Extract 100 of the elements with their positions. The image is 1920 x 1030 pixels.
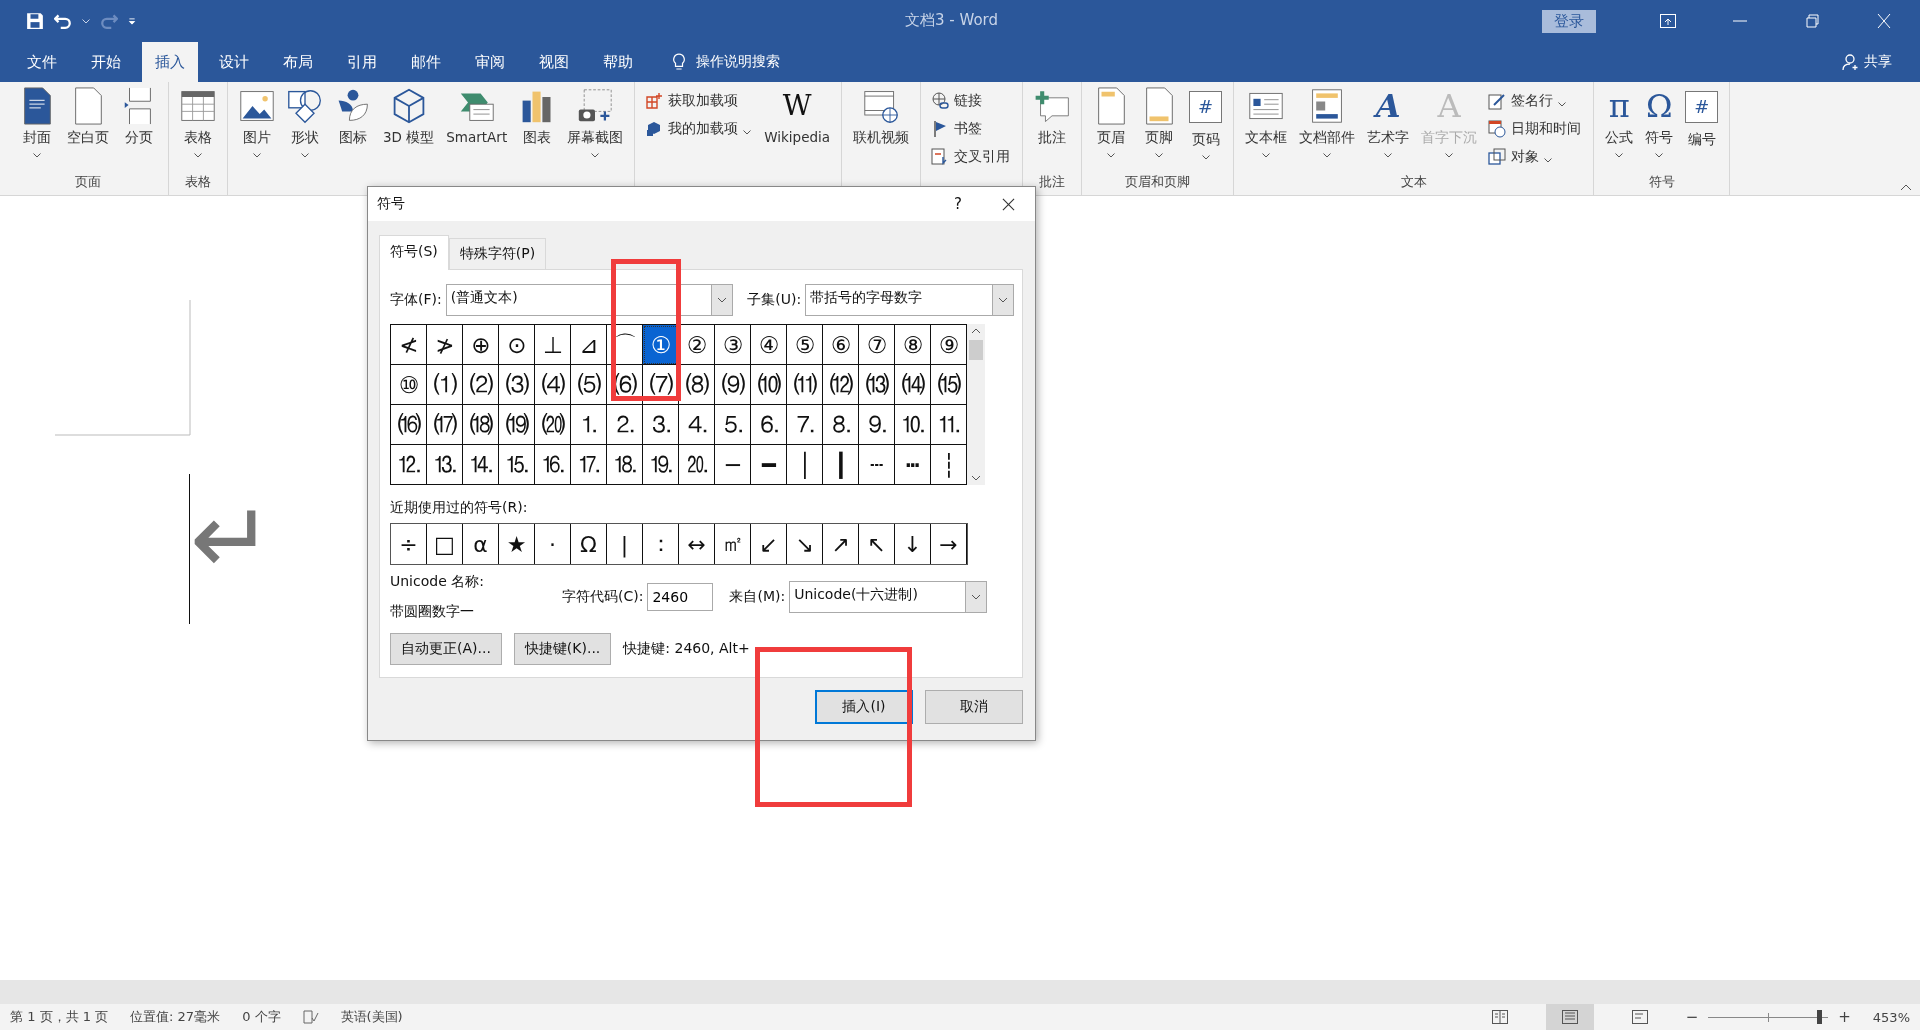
symbol-cell[interactable]: ⒍ (751, 405, 787, 445)
symbol-cell[interactable]: ⒗ (535, 445, 571, 485)
ribbon-button[interactable]: 3D 模型 (378, 87, 440, 173)
ribbon-button[interactable]: 图标 (330, 87, 376, 173)
symbol-cell[interactable]: ⒊ (643, 405, 679, 445)
share-button[interactable]: 共享 (1864, 42, 1892, 82)
recent-symbol-cell[interactable]: ÷ (391, 524, 427, 564)
symbol-cell[interactable]: ⑧ (895, 325, 931, 365)
symbol-cell[interactable]: ⒙ (607, 445, 643, 485)
ribbon-button[interactable]: # 页码 (1184, 87, 1228, 173)
symbol-cell[interactable]: ⒓ (391, 445, 427, 485)
symbol-cell[interactable]: ⊙ (499, 325, 535, 365)
symbol-cell[interactable]: ⒅ (463, 405, 499, 445)
language[interactable]: 英语(美国) (340, 1008, 403, 1026)
ribbon-tab[interactable]: 插入 (142, 42, 198, 82)
scrollbar-thumb[interactable] (969, 340, 983, 360)
cancel-button[interactable]: 取消 (925, 690, 1023, 724)
ribbon-tab[interactable]: 开始 (78, 42, 134, 82)
symbol-cell[interactable]: ⑽ (751, 365, 787, 405)
sign-in-button[interactable]: 登录 (1542, 9, 1596, 33)
ribbon-tab[interactable]: 布局 (270, 42, 326, 82)
symbol-cell[interactable]: ⒌ (715, 405, 751, 445)
symbol-cell[interactable]: ⑼ (715, 365, 751, 405)
page-count[interactable]: 第 1 页，共 1 页 (10, 1008, 109, 1026)
ribbon-button[interactable]: 联机视频 (848, 87, 915, 173)
ribbon-button[interactable]: 链接 (931, 89, 1011, 113)
word-count[interactable]: 0 个字 (242, 1008, 281, 1026)
symbol-cell[interactable]: ⒖ (499, 445, 535, 485)
recent-symbol-cell[interactable]: ★ (499, 524, 535, 564)
symbol-cell[interactable]: ⒕ (463, 445, 499, 485)
symbol-cell[interactable]: ⒚ (643, 445, 679, 485)
recent-symbol-cell[interactable]: ↘ (787, 524, 823, 564)
ribbon-tab[interactable]: 引用 (334, 42, 390, 82)
symbol-cell[interactable]: ⑩ (391, 365, 427, 405)
horizontal-scrollbar[interactable] (0, 980, 1920, 1004)
customize-icon[interactable] (128, 17, 136, 25)
symbol-cell[interactable]: ─ (715, 445, 751, 485)
ribbon-button[interactable]: π 公式 (1600, 87, 1639, 173)
recent-symbol-cell[interactable]: ↔ (679, 524, 715, 564)
symbol-cell[interactable]: ⒀ (859, 365, 895, 405)
recent-symbol-cell[interactable]: ↖ (859, 524, 895, 564)
dialog-tab[interactable]: 特殊字符(P) (448, 238, 547, 269)
ribbon-button[interactable]: 日期和时间 (1488, 117, 1582, 141)
ribbon-button[interactable]: # 编号 (1680, 87, 1724, 173)
symbol-cell[interactable]: ⑻ (679, 365, 715, 405)
ribbon-button[interactable]: 空白页 (62, 87, 114, 173)
ribbon-tab[interactable]: 帮助 (590, 42, 646, 82)
symbol-cell[interactable]: ⒇ (535, 405, 571, 445)
ribbon-button[interactable]: 屏幕截图 (562, 87, 629, 173)
proofing-icon[interactable] (302, 1010, 319, 1024)
symbol-cell[interactable]: ⑵ (463, 365, 499, 405)
symbol-cell[interactable]: ┄ (859, 445, 895, 485)
symbol-cell[interactable]: ≯ (427, 325, 463, 365)
symbol-cell[interactable]: ① (643, 325, 679, 365)
recent-symbol-cell[interactable]: ： (643, 524, 679, 564)
ribbon-button[interactable]: 文档部件 (1294, 87, 1361, 173)
recent-symbol-cell[interactable]: Ω (571, 524, 607, 564)
caret-icon[interactable] (82, 17, 90, 25)
ribbon-button[interactable]: 签名行 (1488, 89, 1582, 113)
symbol-cell[interactable]: ━ (751, 445, 787, 485)
symbol-cell[interactable]: ⑥ (823, 325, 859, 365)
ribbon-button[interactable]: 图表 (514, 87, 561, 173)
subset-dropdown[interactable]: 带括号的字母数字 (805, 284, 1014, 316)
help-button[interactable]: ? (954, 195, 962, 213)
recent-symbol-cell[interactable]: ↙ (751, 524, 787, 564)
symbol-cell[interactable]: ⒛ (679, 445, 715, 485)
symbol-cell[interactable]: ⒁ (895, 365, 931, 405)
ribbon-button[interactable]: 表格 (175, 87, 221, 173)
ribbon-button[interactable]: 对象 (1488, 145, 1582, 169)
zoom-slider-thumb[interactable] (1816, 1010, 1822, 1024)
symbol-cell[interactable]: ⒎ (787, 405, 823, 445)
ribbon-tab[interactable]: 邮件 (398, 42, 454, 82)
ribbon-button[interactable]: W Wikipedia (759, 87, 836, 173)
ribbon-button[interactable]: 页脚 (1136, 87, 1183, 173)
symbol-cell[interactable]: ⑴ (427, 365, 463, 405)
ribbon-button[interactable]: 文本框 (1240, 87, 1293, 173)
ribbon-button[interactable]: 分页 (116, 87, 162, 173)
shortcut-key-button[interactable]: 快捷键(K)... (513, 633, 612, 665)
symbol-cell[interactable]: │ (787, 445, 823, 485)
ribbon-tab[interactable]: 设计 (206, 42, 262, 82)
scroll-up-icon[interactable] (971, 328, 981, 334)
ribbon-tab[interactable]: 审阅 (462, 42, 518, 82)
recent-symbol-cell[interactable]: α (463, 524, 499, 564)
ribbon-tab[interactable]: 视图 (526, 42, 582, 82)
zoom-out-button[interactable]: − (1685, 1008, 1699, 1026)
ribbon-button[interactable]: 批注 (1029, 87, 1076, 173)
symbol-cell[interactable]: ⑷ (535, 365, 571, 405)
symbol-cell[interactable]: ⊥ (535, 325, 571, 365)
ribbon-button[interactable]: SmartArt (441, 87, 513, 173)
symbol-cell[interactable]: ② (679, 325, 715, 365)
symbol-cell[interactable]: ┅ (895, 445, 931, 485)
tell-me-search[interactable]: 操作说明搜索 (696, 42, 780, 82)
ribbon-button[interactable]: 图片 (234, 87, 280, 173)
ribbon-button[interactable]: 获取加载项 (645, 89, 752, 113)
symbol-cell[interactable]: ⒄ (427, 405, 463, 445)
ribbon-button[interactable]: 封面 (14, 87, 60, 173)
zoom-in-button[interactable]: + (1838, 1008, 1851, 1026)
save-icon[interactable] (26, 12, 44, 30)
scroll-down-icon[interactable] (971, 475, 981, 481)
symbol-cell[interactable]: ⒘ (571, 445, 607, 485)
